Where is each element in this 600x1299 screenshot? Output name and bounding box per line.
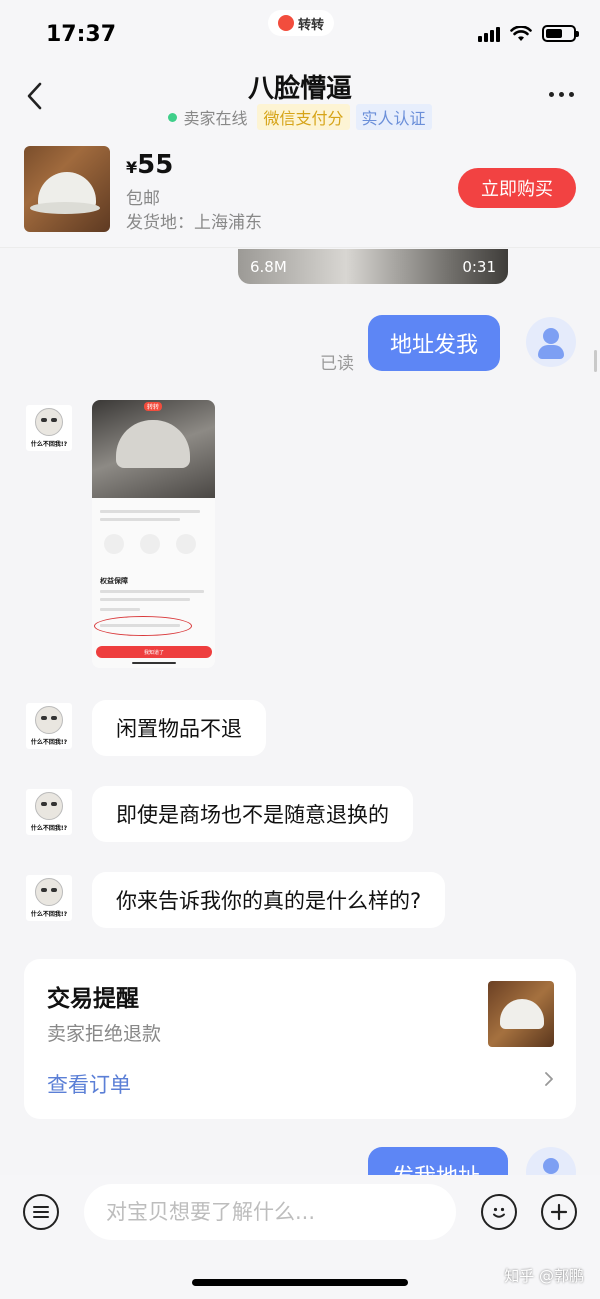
meme-face	[35, 706, 63, 734]
user-head-icon	[543, 1158, 559, 1174]
video-duration: 0:31	[462, 258, 496, 276]
cap-brim	[30, 202, 100, 214]
icon-row	[104, 534, 196, 554]
text-line	[100, 598, 190, 601]
list-icon	[33, 1206, 49, 1218]
text-line	[100, 590, 204, 593]
home-indicator[interactable]	[192, 1279, 408, 1286]
product-bar: ¥55 包邮 发货地：上海浦东 立即购买	[0, 138, 600, 248]
battery-icon	[542, 25, 579, 42]
chat-header: 八脸懵逼 卖家在线 微信支付分 实人认证	[0, 64, 600, 138]
screenshot-photo: 转转	[92, 400, 215, 498]
status-time: 17:37	[46, 22, 117, 47]
plus-icon	[550, 1203, 568, 1221]
trade-card-status: 卖家拒绝退款	[47, 1023, 162, 1045]
scrollbar[interactable]	[594, 350, 597, 372]
video-size: 6.8M	[250, 258, 287, 276]
screenshot-image-message[interactable]: 转转 权益保障 我知道了	[92, 400, 215, 668]
product-thumbnail[interactable]	[24, 146, 110, 232]
price-value: 55	[137, 150, 174, 180]
user-body-icon	[538, 345, 564, 359]
self-avatar[interactable]	[526, 1147, 576, 1175]
menu-button[interactable]	[23, 1194, 59, 1230]
emoji-button[interactable]	[481, 1194, 517, 1230]
add-button[interactable]	[541, 1194, 577, 1230]
avatar-caption: 什么不回我!?	[30, 825, 68, 832]
meme-face	[35, 878, 63, 906]
avatar-caption: 什么不回我!?	[30, 441, 68, 448]
status-icons	[478, 25, 579, 42]
peer-avatar[interactable]: 什么不回我!?	[26, 875, 72, 921]
read-receipt: 已读	[320, 354, 354, 374]
input-bar: 知乎 @郭鹏	[0, 1175, 600, 1299]
cap-image	[116, 420, 190, 468]
price-symbol: ¥	[126, 158, 138, 177]
meme-face	[35, 792, 63, 820]
trade-reminder-card[interactable]: 交易提醒 卖家拒绝退款 查看订单	[24, 959, 576, 1119]
screenshot-title: 权益保障	[100, 577, 128, 585]
message-input[interactable]	[84, 1184, 456, 1240]
red-circle-annotation	[94, 616, 192, 636]
text-line	[100, 608, 140, 611]
peer-avatar[interactable]: 什么不回我!?	[26, 703, 72, 749]
dot-icon	[559, 92, 564, 97]
text-line	[100, 510, 200, 513]
peer-avatar[interactable]: 什么不回我!?	[26, 789, 72, 835]
shipping-info: 包邮	[126, 189, 160, 209]
more-options-button[interactable]	[549, 92, 574, 97]
chat-messages[interactable]: 6.8M 0:31 已读 地址发我 什么不回我!? 转转 权益保障 我知道了 什…	[0, 249, 600, 1175]
video-message[interactable]: 6.8M 0:31	[238, 249, 508, 284]
seller-status-row: 卖家在线 微信支付分 实人认证	[0, 104, 600, 130]
battery-level	[546, 29, 562, 38]
cellular-signal-icon	[478, 26, 500, 42]
outgoing-message[interactable]: 发我地址	[368, 1147, 508, 1175]
screenshot-logo: 转转	[144, 402, 163, 411]
meme-face	[35, 408, 63, 436]
online-dot-icon	[168, 112, 178, 122]
screenshot-button: 我知道了	[96, 646, 212, 658]
watermark: 知乎 @郭鹏	[504, 1267, 584, 1285]
incoming-message[interactable]: 你来告诉我你的真的是什么样的?	[92, 872, 446, 928]
user-head-icon	[543, 328, 559, 344]
wifi-icon	[510, 25, 532, 41]
self-avatar[interactable]	[526, 317, 576, 367]
cap-image	[500, 999, 544, 1029]
chevron-right-icon[interactable]	[542, 1072, 556, 1086]
avatar-caption: 什么不回我!?	[30, 739, 68, 746]
trade-card-title: 交易提醒	[47, 986, 139, 1012]
incoming-message[interactable]: 即使是商场也不是随意退换的	[92, 786, 413, 842]
wechat-pay-score-badge[interactable]: 微信支付分	[257, 104, 350, 130]
dot-icon	[569, 92, 574, 97]
incoming-message[interactable]: 闲置物品不退	[92, 700, 266, 756]
contact-name[interactable]: 八脸懵逼	[0, 68, 600, 105]
outgoing-message[interactable]: 地址发我	[368, 315, 501, 371]
view-order-link[interactable]: 查看订单	[47, 1069, 131, 1099]
product-price: ¥55	[126, 150, 173, 180]
app-name: 转转	[297, 17, 324, 33]
trade-product-thumbnail	[488, 981, 554, 1047]
screenshot-home-bar	[132, 662, 176, 664]
verified-badge[interactable]: 实人认证	[355, 104, 432, 130]
online-status: 卖家在线	[183, 109, 248, 128]
text-line	[100, 518, 180, 521]
status-bar: 17:37 转转	[0, 0, 600, 64]
avatar-caption: 什么不回我!?	[30, 911, 68, 918]
screenshot-sheet: 权益保障 我知道了	[92, 498, 215, 668]
smiley-icon	[493, 1207, 505, 1218]
buy-now-button[interactable]: 立即购买	[458, 168, 576, 208]
dot-icon	[549, 92, 554, 97]
ship-origin: 发货地：上海浦东	[126, 213, 262, 233]
peer-avatar[interactable]: 什么不回我!?	[26, 405, 72, 451]
app-logo-icon	[277, 15, 294, 31]
app-indicator-pill: 转转	[268, 10, 334, 36]
